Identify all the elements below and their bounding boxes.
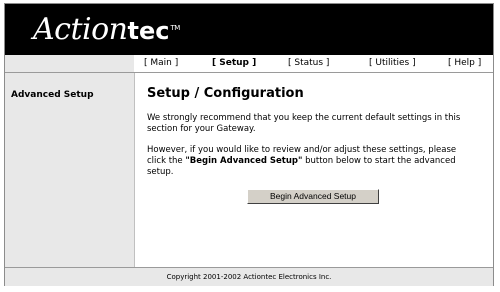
- nav-status[interactable]: [ Status ]: [288, 58, 329, 68]
- recommendation-text: We strongly recommend that you keep the …: [147, 113, 461, 134]
- logo-main-text: Action: [33, 12, 128, 47]
- begin-advanced-setup-button[interactable]: Begin Advanced Setup: [247, 189, 379, 204]
- page-title: Setup / Configuration: [147, 86, 304, 101]
- copyright-text: Copyright 2001-2002 Actiontec Electronic…: [166, 273, 332, 281]
- trademark-mark: TM: [170, 24, 180, 32]
- top-nav: [ Main ] [ Setup ] [ Status ] [ Utilitie…: [5, 55, 493, 73]
- sidebar-item-advanced-setup[interactable]: Advanced Setup: [11, 90, 94, 100]
- nav-help[interactable]: [ Help ]: [448, 58, 481, 68]
- page-frame: ActiontecTM [ Main ] [ Setup ] [ Status …: [4, 3, 494, 286]
- header-banner: ActiontecTM: [5, 4, 493, 55]
- nav-utilities[interactable]: [ Utilities ]: [369, 58, 416, 68]
- sidebar: Advanced Setup: [5, 73, 135, 267]
- footer: Copyright 2001-2002 Actiontec Electronic…: [5, 267, 493, 286]
- instruction-text: However, if you would like to review and…: [147, 145, 477, 178]
- nav-left-spacer: [5, 55, 134, 72]
- nav-setup[interactable]: [ Setup ]: [212, 58, 256, 68]
- main-content: Setup / Configuration We strongly recomm…: [135, 73, 493, 267]
- logo-tail-text: tec: [127, 17, 170, 45]
- instruction-text-bold: "Begin Advanced Setup": [185, 156, 303, 166]
- nav-main[interactable]: [ Main ]: [144, 58, 178, 68]
- actiontec-logo: ActiontecTM: [33, 15, 180, 46]
